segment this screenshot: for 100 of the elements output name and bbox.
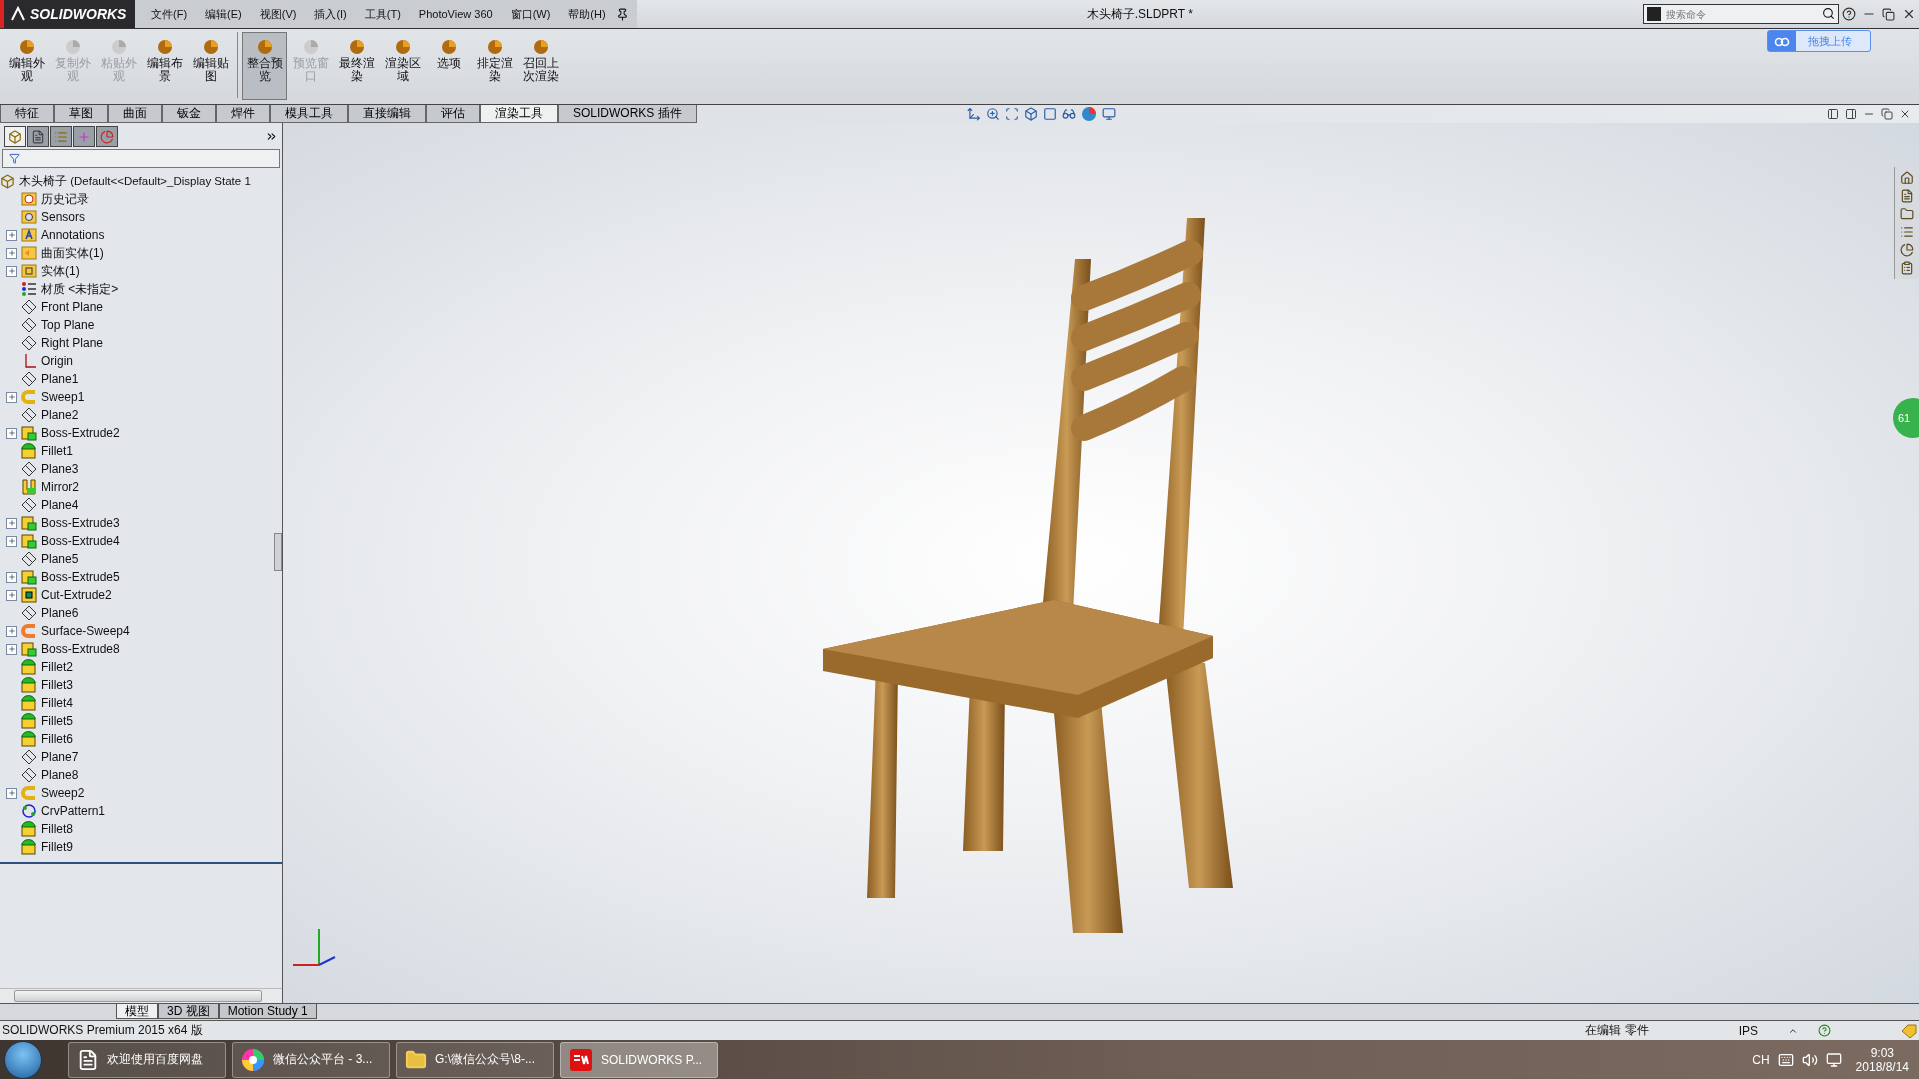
command-tab[interactable]: 渲染工具 bbox=[480, 105, 558, 123]
list-icon[interactable] bbox=[1900, 225, 1914, 239]
volume-icon[interactable] bbox=[1801, 1051, 1818, 1068]
tree-item[interactable]: Boss-Extrude4 bbox=[41, 534, 120, 548]
expand-icon[interactable] bbox=[265, 130, 278, 143]
network-icon[interactable] bbox=[1825, 1051, 1842, 1068]
tree-item[interactable]: Fillet2 bbox=[41, 660, 73, 674]
tree-item[interactable]: Boss-Extrude5 bbox=[41, 570, 120, 584]
clock[interactable]: 9:03 2018/8/14 bbox=[1855, 1045, 1909, 1074]
section-view-icon[interactable] bbox=[1042, 107, 1057, 121]
tree-item[interactable]: Sweep2 bbox=[41, 786, 85, 800]
ribbon-button[interactable]: 编辑外观 bbox=[4, 32, 49, 100]
command-tab[interactable]: 模具工具 bbox=[270, 105, 348, 123]
tree-item[interactable]: 历史记录 bbox=[41, 190, 89, 208]
menu-item[interactable]: 编辑(E) bbox=[197, 6, 250, 22]
tree-item[interactable]: Mirror2 bbox=[41, 480, 79, 494]
ribbon-button[interactable]: 召回上次渲染 bbox=[518, 32, 563, 100]
tree-item[interactable]: Fillet5 bbox=[41, 714, 73, 728]
monitor-icon[interactable] bbox=[1101, 107, 1116, 121]
tree-item[interactable]: Plane7 bbox=[41, 750, 79, 764]
tree-item[interactable]: Fillet1 bbox=[41, 444, 73, 458]
ribbon-button[interactable]: 整合预览 bbox=[242, 32, 287, 100]
appearance-icon[interactable] bbox=[1900, 243, 1914, 257]
tree-item[interactable]: Boss-Extrude3 bbox=[41, 516, 120, 530]
panel-tab[interactable] bbox=[73, 126, 95, 147]
tree-item[interactable]: 实体(1) bbox=[41, 262, 80, 280]
command-tab[interactable]: 钣金 bbox=[162, 105, 216, 123]
tree-item[interactable]: Plane8 bbox=[41, 768, 79, 782]
tree-item[interactable]: Annotations bbox=[41, 228, 105, 242]
panel-tab[interactable] bbox=[27, 126, 49, 147]
tree-item[interactable]: Plane2 bbox=[41, 408, 79, 422]
tree-item[interactable]: Sensors bbox=[41, 210, 86, 224]
tree-item[interactable]: 木头椅子 (Default<<Default>_Display State 1 bbox=[19, 173, 251, 189]
tree-item[interactable]: Cut-Extrude2 bbox=[41, 588, 112, 602]
ribbon-button[interactable]: 编辑布景 bbox=[142, 32, 187, 100]
language-indicator[interactable]: CH bbox=[1752, 1052, 1770, 1067]
document-icon[interactable] bbox=[1900, 189, 1914, 203]
tree-item[interactable]: Plane1 bbox=[41, 372, 79, 386]
tree-item[interactable]: Fillet3 bbox=[41, 678, 73, 692]
command-tab[interactable]: 焊件 bbox=[216, 105, 270, 123]
command-tab[interactable]: SOLIDWORKS 插件 bbox=[558, 105, 697, 123]
tag-icon[interactable] bbox=[1901, 1023, 1917, 1038]
tree-item[interactable]: Plane6 bbox=[41, 606, 79, 620]
command-tab[interactable]: 直接编辑 bbox=[348, 105, 426, 123]
start-button[interactable] bbox=[4, 1040, 42, 1079]
taskbar-button[interactable]: 微信公众平台 - 3... bbox=[232, 1041, 390, 1078]
command-tab[interactable]: 评估 bbox=[426, 105, 480, 123]
tree-item[interactable]: Origin bbox=[41, 354, 73, 368]
tree-item[interactable]: Plane4 bbox=[41, 498, 79, 512]
ribbon-button[interactable]: 编辑贴图 bbox=[188, 32, 233, 100]
model-tab[interactable]: Motion Study 1 bbox=[218, 1004, 317, 1019]
ribbon-button[interactable]: 排定渲染 bbox=[472, 32, 517, 100]
menu-item[interactable]: 工具(T) bbox=[356, 6, 409, 22]
keyboard-icon[interactable] bbox=[1777, 1051, 1794, 1068]
tree-item[interactable]: Plane3 bbox=[41, 462, 79, 476]
tree-item[interactable]: 曲面实体(1) bbox=[41, 244, 104, 262]
taskbar-button[interactable]: G:\微信公众号\8-... bbox=[396, 1041, 554, 1078]
home-icon[interactable] bbox=[1900, 171, 1914, 185]
folder-icon[interactable] bbox=[1900, 207, 1914, 221]
glasses-icon[interactable] bbox=[1061, 107, 1076, 121]
tree-item[interactable]: CrvPattern1 bbox=[41, 804, 106, 818]
panel-tab[interactable] bbox=[96, 126, 118, 147]
zoom-area-icon[interactable] bbox=[1004, 107, 1019, 121]
menu-item[interactable]: 窗口(W) bbox=[502, 6, 559, 22]
tree-item[interactable]: Boss-Extrude8 bbox=[41, 642, 120, 656]
command-tab[interactable]: 特征 bbox=[0, 105, 54, 123]
restore-icon[interactable] bbox=[1881, 108, 1893, 120]
close-icon[interactable] bbox=[1899, 108, 1911, 120]
menu-item[interactable]: PhotoView 360 bbox=[410, 8, 501, 20]
filter-field[interactable] bbox=[2, 149, 280, 168]
split-view-icon[interactable] bbox=[1827, 108, 1839, 120]
tree-item[interactable]: Fillet8 bbox=[41, 822, 73, 836]
zoom-icon[interactable] bbox=[985, 107, 1000, 121]
ribbon-button[interactable]: 选项 bbox=[426, 32, 471, 100]
view-orient-icon[interactable] bbox=[966, 107, 981, 121]
panel-handle[interactable] bbox=[274, 533, 282, 571]
tree-item[interactable]: Fillet4 bbox=[41, 696, 73, 710]
tree-item[interactable]: Fillet6 bbox=[41, 732, 73, 746]
menu-item[interactable]: 帮助(H) bbox=[560, 6, 614, 22]
split-view-icon[interactable] bbox=[1845, 108, 1857, 120]
search-icon[interactable] bbox=[1822, 7, 1835, 20]
taskbar-button[interactable]: 欢迎使用百度网盘 bbox=[68, 1041, 226, 1078]
model-tab[interactable]: 模型 bbox=[116, 1004, 158, 1019]
command-tab[interactable]: 草图 bbox=[54, 105, 108, 123]
menu-item[interactable]: 文件(F) bbox=[143, 6, 196, 22]
tree-item[interactable]: Fillet9 bbox=[41, 840, 73, 854]
tree-item[interactable]: Right Plane bbox=[41, 336, 104, 350]
tree-item[interactable]: Sweep1 bbox=[41, 390, 85, 404]
tree-item[interactable]: Surface-Sweep4 bbox=[41, 624, 130, 638]
panel-tab[interactable] bbox=[50, 126, 72, 147]
units-label[interactable]: IPS bbox=[1738, 1023, 1758, 1038]
tree-item[interactable]: Boss-Extrude2 bbox=[41, 426, 120, 440]
cube-icon[interactable] bbox=[1023, 107, 1038, 121]
search-field[interactable]: 搜索命令 bbox=[1643, 4, 1839, 24]
scrollbar[interactable] bbox=[0, 988, 282, 1003]
tree-item[interactable]: Top Plane bbox=[41, 318, 95, 332]
pin-icon[interactable] bbox=[615, 7, 629, 21]
command-tab[interactable]: 曲面 bbox=[108, 105, 162, 123]
ribbon-button[interactable]: 最终渲染 bbox=[334, 32, 379, 100]
ribbon-button[interactable]: 渲染区域 bbox=[380, 32, 425, 100]
